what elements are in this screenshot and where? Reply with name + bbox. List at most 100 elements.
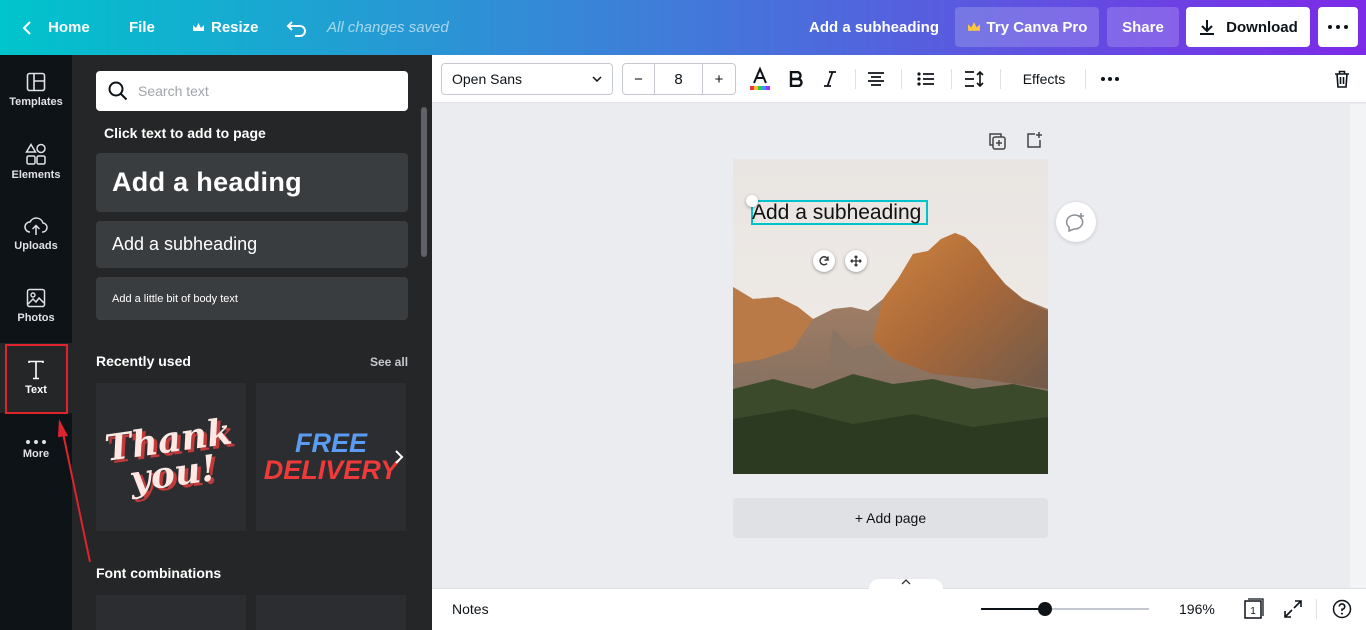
expand-pages-button[interactable] — [869, 579, 943, 591]
annotation-highlight-box — [5, 344, 68, 414]
try-pro-label: Try Canva Pro — [986, 18, 1088, 36]
bold-icon — [789, 71, 803, 87]
align-center-button[interactable] — [864, 63, 888, 95]
zoom-slider-fill — [981, 608, 1045, 610]
search-box[interactable] — [96, 71, 408, 111]
resize-button[interactable]: Resize — [192, 0, 259, 55]
rotate-icon — [819, 256, 829, 266]
delete-button[interactable] — [1330, 63, 1354, 95]
carousel-next-button[interactable] — [394, 445, 404, 471]
see-all-link[interactable]: See all — [370, 355, 408, 369]
fullscreen-button[interactable] — [1281, 597, 1305, 621]
duplicate-icon — [989, 133, 1006, 150]
more-icon — [26, 440, 46, 444]
thumbnail-text: Thank you! — [103, 410, 239, 500]
add-heading-button[interactable]: Add a heading — [96, 153, 408, 212]
toolbar-divider — [951, 69, 952, 89]
rail-item-more[interactable]: More — [0, 415, 72, 485]
design-page[interactable]: Add a subheading — [733, 159, 1048, 474]
rail-label: More — [22, 448, 50, 460]
click-hint-label: Click text to add to page — [104, 125, 266, 141]
font-combination-thumbnail[interactable] — [256, 595, 406, 630]
line-spacing-icon — [965, 70, 984, 88]
add-page-icon-button[interactable] — [1025, 131, 1043, 154]
toolbar-divider — [855, 69, 856, 89]
text-color-button[interactable] — [748, 63, 772, 95]
more-icon — [1328, 25, 1348, 29]
text-color-icon — [750, 67, 770, 90]
list-button[interactable] — [914, 63, 938, 95]
home-button[interactable]: Home — [22, 0, 90, 55]
page-count-button[interactable]: 1 — [1241, 597, 1265, 621]
spacing-button[interactable] — [963, 63, 987, 95]
duplicate-page-button[interactable] — [988, 132, 1006, 155]
text-toolbar: Open Sans − 8 + Effects — [432, 55, 1366, 103]
font-combination-thumbnail[interactable] — [96, 595, 246, 630]
italic-icon — [824, 71, 836, 87]
increase-font-size-button[interactable]: + — [703, 64, 735, 94]
zoom-level[interactable]: 196% — [1179, 589, 1215, 629]
top-bar: Home File Resize All changes saved Add a… — [0, 0, 1366, 55]
zoom-slider-knob[interactable] — [1038, 602, 1052, 616]
bold-button[interactable] — [784, 63, 808, 95]
crown-icon — [967, 22, 980, 31]
notes-button[interactable]: Notes — [452, 589, 489, 629]
chevron-up-icon — [901, 579, 911, 585]
help-button[interactable] — [1330, 597, 1354, 621]
rail-item-uploads[interactable]: Uploads — [0, 199, 72, 269]
share-button[interactable]: Share — [1107, 7, 1179, 47]
document-title[interactable]: Add a subheading — [809, 0, 939, 55]
move-icon — [850, 255, 862, 267]
resize-label: Resize — [211, 19, 259, 36]
italic-button[interactable] — [818, 63, 842, 95]
chevron-down-icon — [592, 76, 602, 82]
page-count-value: 1 — [1250, 606, 1256, 617]
fullscreen-icon — [1284, 600, 1302, 618]
recent-thumbnail-free-delivery[interactable]: FREE DELIVERY — [256, 383, 406, 531]
chevron-right-icon — [395, 450, 404, 464]
list-icon — [917, 72, 934, 86]
download-button[interactable]: Download — [1186, 7, 1310, 47]
elements-icon — [25, 143, 46, 165]
resize-handle[interactable] — [746, 195, 758, 207]
side-rail: Templates Elements Uploads Photos Text M… — [0, 55, 72, 630]
panel-scrollbar[interactable] — [421, 107, 427, 257]
bottombar-divider — [1316, 599, 1317, 619]
search-icon — [108, 81, 128, 101]
rail-item-photos[interactable]: Photos — [0, 271, 72, 341]
add-body-text-button[interactable]: Add a little bit of body text — [96, 277, 408, 320]
vertical-scrollbar[interactable] — [1350, 104, 1366, 588]
rail-item-templates[interactable]: Templates — [0, 55, 72, 125]
decrease-font-size-button[interactable]: − — [623, 64, 655, 94]
selected-subheading-text[interactable]: Add a subheading — [752, 201, 921, 225]
font-family-dropdown[interactable]: Open Sans — [441, 63, 613, 95]
undo-button[interactable] — [286, 0, 308, 55]
home-label: Home — [48, 19, 90, 36]
download-icon — [1200, 20, 1215, 35]
download-label: Download — [1226, 18, 1298, 36]
more-options-button[interactable] — [1318, 7, 1358, 47]
add-page-button[interactable]: + Add page — [733, 498, 1048, 538]
font-size-input[interactable]: 8 — [655, 64, 703, 94]
trash-icon — [1335, 70, 1349, 88]
more-options-button[interactable] — [1098, 63, 1122, 95]
add-subheading-button[interactable]: Add a subheading — [96, 221, 408, 268]
text-panel: Click text to add to page Add a heading … — [72, 55, 432, 630]
search-input[interactable] — [138, 83, 388, 99]
zoom-slider[interactable] — [981, 602, 1149, 616]
rotate-handle[interactable] — [813, 250, 835, 272]
effects-button[interactable]: Effects — [1014, 63, 1074, 95]
bottom-bar: Notes 196% 1 — [432, 579, 1366, 630]
crown-icon — [193, 23, 204, 31]
try-canva-pro-button[interactable]: Try Canva Pro — [955, 7, 1099, 47]
add-comment-button[interactable] — [1056, 202, 1096, 242]
design-canvas-area: Add a subheading + Add page — [432, 104, 1350, 572]
rail-item-elements[interactable]: Elements — [0, 127, 72, 197]
move-handle[interactable] — [845, 250, 867, 272]
comment-icon — [1065, 213, 1084, 232]
photos-icon — [26, 288, 46, 308]
help-icon — [1332, 599, 1352, 619]
file-menu-button[interactable]: File — [129, 0, 155, 55]
save-status: All changes saved — [327, 19, 449, 36]
recent-thumbnail-thank-you[interactable]: Thank you! — [96, 383, 246, 531]
